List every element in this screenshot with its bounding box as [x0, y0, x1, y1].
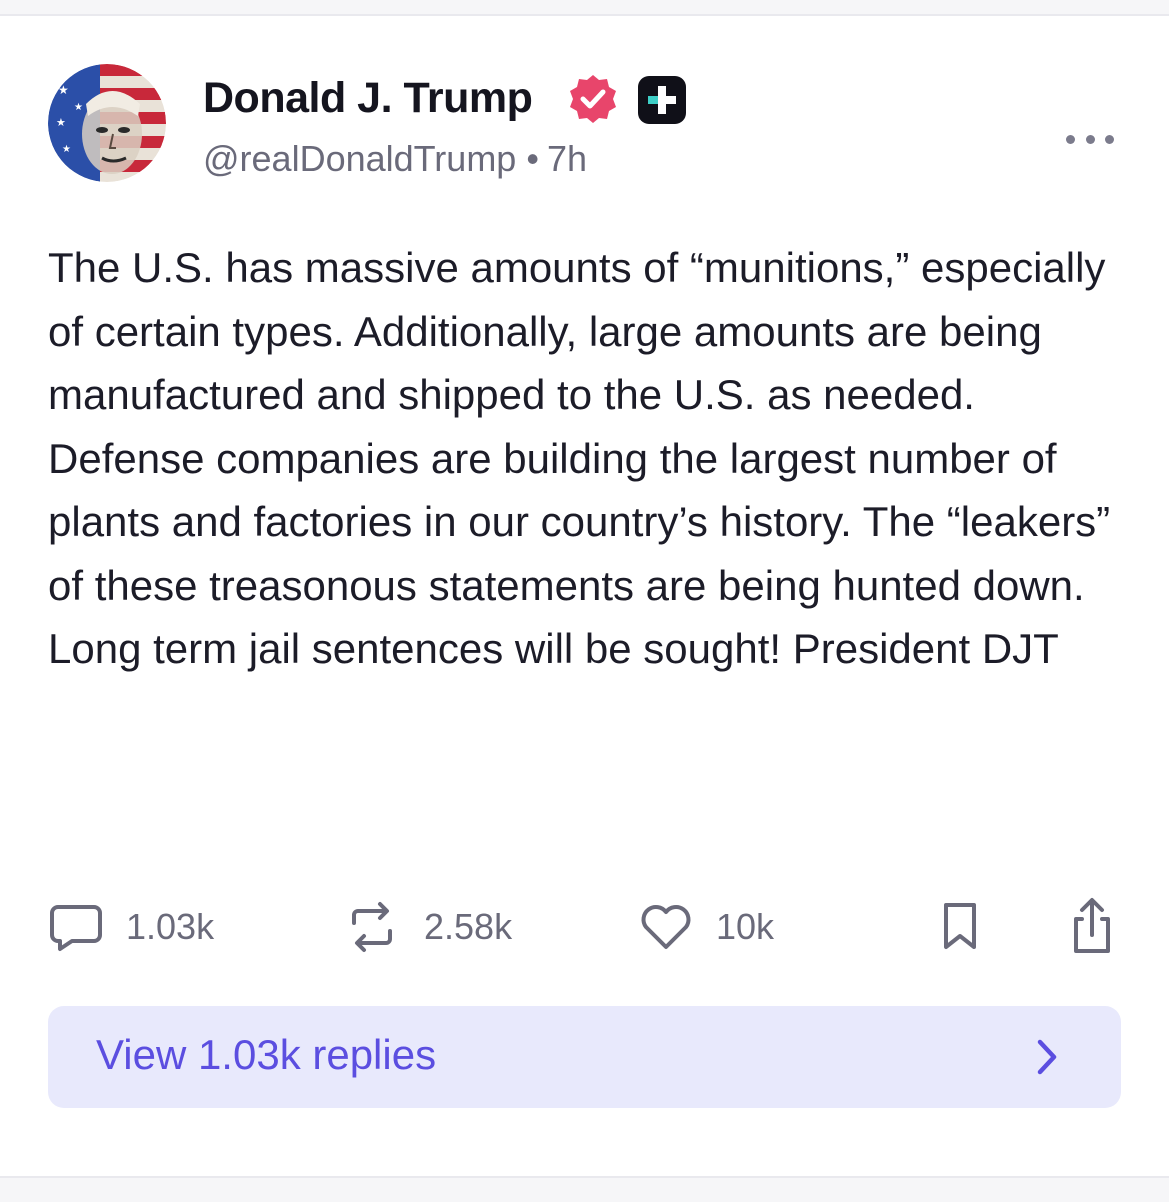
heart-icon — [641, 905, 691, 949]
svg-text:★: ★ — [56, 116, 66, 129]
comment-icon — [50, 905, 102, 951]
repost-count: 2.58k — [424, 906, 513, 947]
action-bar: 1.03k 2.58k 10k — [48, 896, 1128, 958]
like-count: 10k — [716, 906, 775, 947]
bottom-divider — [0, 1176, 1169, 1202]
more-options-button[interactable] — [1066, 124, 1114, 154]
chevron-right-icon — [1037, 1039, 1057, 1075]
bookmark-button[interactable] — [936, 896, 984, 958]
view-replies-button[interactable]: View 1.03k replies — [48, 1006, 1121, 1108]
top-divider — [0, 0, 1169, 16]
bookmark-icon — [944, 903, 976, 949]
view-replies-label: View 1.03k replies — [96, 1031, 437, 1078]
post-body: The U.S. has massive amounts of “munitio… — [48, 244, 1111, 672]
svg-text:★: ★ — [58, 83, 69, 97]
more-horizontal-icon — [1066, 134, 1075, 144]
svg-text:★: ★ — [62, 144, 71, 155]
svg-text:★: ★ — [74, 102, 83, 113]
avatar[interactable]: ★ ★ ★ ★ — [48, 64, 166, 182]
user-handle[interactable]: @realDonaldTrump — [203, 138, 516, 179]
share-button[interactable] — [1066, 896, 1118, 958]
reply-count: 1.03k — [126, 906, 215, 947]
meta-separator: • — [526, 138, 539, 179]
post-time[interactable]: 7h — [547, 138, 587, 179]
display-name[interactable]: Donald J. Trump — [203, 74, 533, 123]
verified-badge-icon — [566, 72, 620, 126]
reply-button[interactable]: 1.03k — [48, 896, 214, 958]
repost-icon — [352, 902, 392, 952]
like-button[interactable]: 10k — [638, 896, 774, 958]
handle-row: @realDonaldTrump • 7h — [203, 138, 587, 180]
avatar-image: ★ ★ ★ ★ — [48, 64, 166, 182]
more-dot — [1105, 134, 1114, 144]
repost-button[interactable]: 2.58k — [342, 896, 512, 958]
plus-badge-icon — [636, 74, 688, 126]
share-icon — [1074, 898, 1110, 953]
post-card[interactable]: ★ ★ ★ ★ Donald J. Trump @realDonaldTrump… — [0, 16, 1169, 1174]
more-dot — [1085, 134, 1095, 144]
